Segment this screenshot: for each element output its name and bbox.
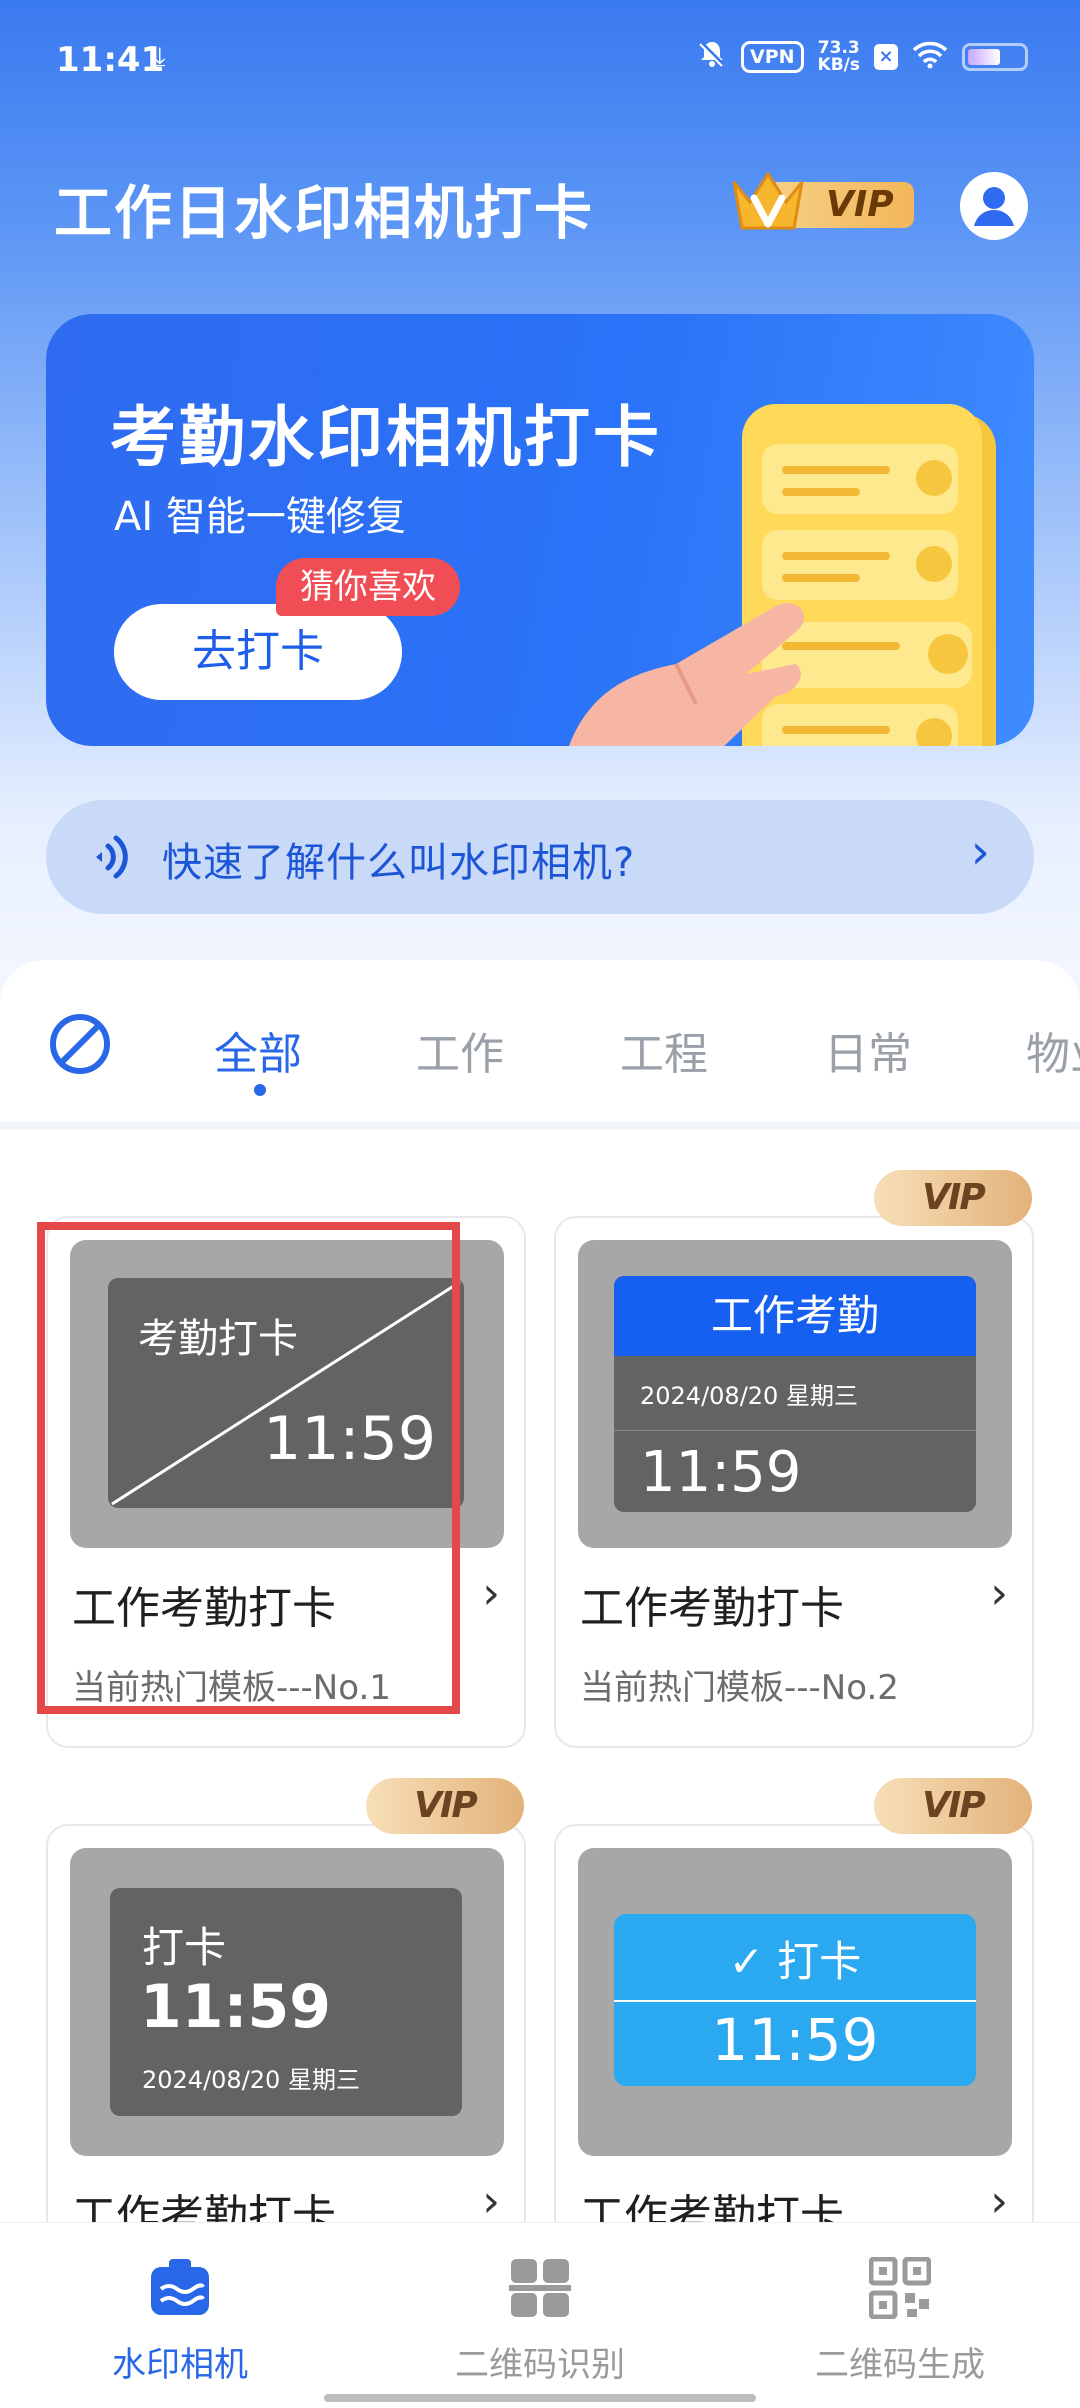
tab-all[interactable]: 全部: [214, 1018, 302, 1082]
watermark-intro-link[interactable]: 快速了解什么叫水印相机? ›: [46, 800, 1034, 914]
watermark-title: ✓ 打卡: [728, 1937, 862, 1986]
vpn-badge: VPN: [741, 41, 804, 73]
tab-daily[interactable]: 日常: [824, 1018, 912, 1082]
tab-engineering[interactable]: 工程: [620, 1018, 708, 1082]
app-title: 工作日水印相机打卡: [54, 179, 595, 247]
sound-wave-icon: [96, 835, 128, 879]
watermark-preview-box: ✓ 打卡 11:59: [614, 1914, 976, 2086]
template-name: 工作考勤打卡: [580, 1583, 844, 1634]
vip-tag: VIP: [874, 1778, 1032, 1834]
template-desc: 当前热门模板---No.2: [580, 1668, 899, 1708]
user-avatar-button[interactable]: [960, 172, 1028, 240]
watermark-time: 11:59: [711, 2006, 879, 2074]
watermark-title: 打卡: [142, 1923, 227, 1972]
tabs-divider: [0, 1122, 1080, 1130]
recommend-tag: 猜你喜欢: [276, 558, 460, 616]
battery-icon: [962, 43, 1028, 71]
selection-highlight-box: [37, 1222, 460, 1714]
user-icon: [974, 187, 1014, 226]
network-speed: 73.3 KB/s: [817, 38, 860, 75]
chevron-right-icon: ›: [482, 2176, 500, 2227]
nav-watermark-camera[interactable]: 水印相机: [50, 2257, 310, 2386]
checkmark-icon: ✓: [728, 1937, 778, 1986]
watermark-date: 2024/08/20 星期三: [640, 1382, 858, 1410]
nav-qr-scan[interactable]: 二维码识别: [410, 2257, 670, 2386]
template-preview: 工作考勤 2024/08/20 星期三 11:59: [578, 1240, 1012, 1548]
watermark-preview-box: 打卡 11:59 2024/08/20 星期三: [110, 1888, 462, 2116]
category-tabs: 全部 工作 工程 日常 物业: [0, 960, 1080, 1130]
template-card-2[interactable]: 工作考勤 2024/08/20 星期三 11:59 工作考勤打卡 › 当前热门模…: [554, 1216, 1034, 1748]
status-bar: 11:41 ⤓ VPN 73.3 KB/s ×: [0, 0, 1080, 130]
nav-label: 水印相机: [112, 2345, 248, 2385]
camera-icon: [151, 2259, 209, 2315]
chevron-right-icon: ›: [990, 1568, 1008, 1619]
go-checkin-button[interactable]: 去打卡: [114, 604, 402, 700]
watermark-divider: [614, 2000, 976, 2002]
status-time: 11:41: [56, 40, 165, 80]
bottom-navigation: 水印相机 二维码识别 二维码生成: [0, 2222, 1080, 2408]
template-preview: 打卡 11:59 2024/08/20 星期三: [70, 1848, 504, 2156]
watermark-time: 11:59: [140, 1972, 331, 2042]
crown-icon: [732, 171, 804, 230]
home-indicator[interactable]: [324, 2394, 756, 2402]
watermark-title: 工作考勤: [614, 1276, 976, 1356]
vip-entry-button[interactable]: VIP: [728, 168, 916, 234]
watermark-time: 11:59: [640, 1440, 802, 1505]
watermark-date: 2024/08/20 星期三: [142, 2066, 360, 2094]
tab-property[interactable]: 物业: [1026, 1018, 1080, 1082]
intro-text: 快速了解什么叫水印相机?: [162, 840, 636, 886]
qr-code-icon: [868, 2256, 932, 2320]
chevron-right-icon: ›: [482, 1568, 500, 1619]
active-tab-indicator: [254, 1084, 266, 1096]
nav-qr-generate[interactable]: 二维码生成: [770, 2256, 1030, 2386]
vip-tag: VIP: [366, 1778, 524, 1834]
vip-tag: VIP: [874, 1170, 1032, 1226]
chevron-right-icon: ›: [970, 824, 990, 880]
banner-subtitle: AI 智能一键修复: [114, 494, 406, 540]
chevron-right-icon: ›: [990, 2176, 1008, 2227]
watermark-preview-box: 工作考勤 2024/08/20 星期三 11:59: [614, 1276, 976, 1512]
close-box-icon: ×: [874, 44, 898, 70]
nav-label: 二维码生成: [815, 2345, 985, 2385]
nav-label: 二维码识别: [455, 2345, 625, 2385]
banner-headline: 考勤水印相机打卡: [110, 399, 662, 476]
wifi-icon: [912, 41, 948, 73]
no-watermark-icon[interactable]: [48, 1012, 112, 1076]
tab-work[interactable]: 工作: [416, 1018, 504, 1082]
template-preview: ✓ 打卡 11:59: [578, 1848, 1012, 2156]
watermark-divider: [614, 1430, 976, 1431]
promo-banner[interactable]: 考勤水印相机打卡 AI 智能一键修复 去打卡 猜你喜欢: [46, 314, 1034, 746]
qr-scan-icon: [509, 2259, 571, 2317]
download-icon: ⤓: [154, 42, 166, 72]
mute-bell-icon: [697, 38, 727, 76]
